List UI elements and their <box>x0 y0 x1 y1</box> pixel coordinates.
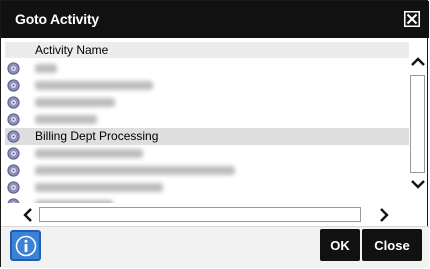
redacted-text <box>35 98 115 107</box>
column-header-activity-name[interactable]: Activity Name <box>5 42 409 58</box>
close-button[interactable]: Close <box>362 229 422 261</box>
chevron-down-icon[interactable] <box>409 175 427 193</box>
dialog-title: Goto Activity <box>15 11 99 27</box>
chevron-up-icon[interactable] <box>409 53 427 71</box>
list-item[interactable] <box>5 179 409 196</box>
horizontal-scroll-track[interactable] <box>39 207 361 222</box>
vertical-scrollbar[interactable] <box>409 53 427 201</box>
list-item[interactable] <box>5 162 409 179</box>
list-item[interactable] <box>5 196 409 203</box>
chevron-left-icon[interactable] <box>19 206 37 224</box>
list-item-label <box>35 163 235 178</box>
list-item[interactable] <box>5 111 409 128</box>
redacted-text <box>35 149 143 158</box>
redacted-text <box>35 64 57 73</box>
list-item-label <box>35 95 115 110</box>
close-x-icon[interactable] <box>404 11 420 27</box>
chevron-right-icon[interactable] <box>375 206 393 224</box>
activity-gear-icon <box>7 164 20 177</box>
redacted-text <box>35 81 153 90</box>
dialog-footer: OK Close <box>1 226 429 268</box>
ok-button[interactable]: OK <box>320 229 360 261</box>
info-button[interactable] <box>10 230 41 261</box>
activity-gear-icon <box>7 147 20 160</box>
list-item-label <box>35 180 163 195</box>
activity-gear-icon <box>7 113 20 126</box>
list-item-label <box>35 197 113 203</box>
redacted-text <box>35 183 163 192</box>
activity-gear-icon <box>7 130 20 143</box>
redacted-text <box>35 166 235 175</box>
activity-gear-icon <box>7 96 20 109</box>
activity-list: Activity Name Billing Dept Processing <box>5 39 409 203</box>
list-item-label <box>35 146 143 161</box>
title-bar: Goto Activity <box>1 1 429 38</box>
list-item[interactable] <box>5 77 409 94</box>
info-icon <box>15 235 36 256</box>
vertical-scroll-track[interactable] <box>410 75 425 173</box>
list-item[interactable]: Billing Dept Processing <box>5 128 409 145</box>
activity-gear-icon <box>7 181 20 194</box>
column-header-label: Activity Name <box>35 43 109 57</box>
list-item-label <box>35 61 57 76</box>
horizontal-scrollbar[interactable] <box>5 205 409 225</box>
goto-activity-dialog: Goto Activity Activity Name Billing Dept… <box>0 0 429 268</box>
redacted-text <box>35 115 97 124</box>
activity-gear-icon <box>7 79 20 92</box>
list-item[interactable] <box>5 60 409 77</box>
list-item[interactable] <box>5 94 409 111</box>
activity-gear-icon <box>7 198 20 203</box>
list-item[interactable] <box>5 145 409 162</box>
list-item-label <box>35 78 153 93</box>
list-item-label: Billing Dept Processing <box>35 129 159 143</box>
redacted-text <box>35 200 113 203</box>
activity-gear-icon <box>7 62 20 75</box>
list-item-label <box>35 112 97 127</box>
